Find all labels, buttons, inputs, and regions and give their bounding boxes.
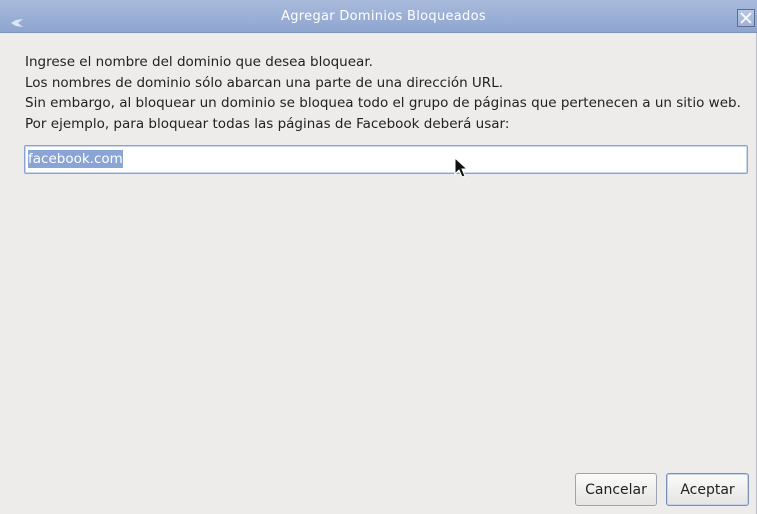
cancel-button[interactable]: Cancelar <box>575 473 657 506</box>
close-icon <box>740 12 752 24</box>
window-title: Agregar Dominios Bloqueados <box>281 9 486 24</box>
domain-input-value: facebook.com <box>28 150 123 168</box>
mouse-pointer-icon <box>454 157 469 178</box>
instructions: Ingrese el nombre del dominio que desea … <box>25 52 750 134</box>
titlebar[interactable]: Agregar Dominios Bloqueados <box>0 0 757 33</box>
ok-button[interactable]: Aceptar <box>666 473 749 506</box>
instruction-line: Los nombres de dominio sólo abarcan una … <box>25 74 504 91</box>
instruction-line: Ingrese el nombre del dominio que desea … <box>25 54 373 70</box>
instruction-line: Sin embargo, al bloquear un dominio se b… <box>25 95 741 111</box>
domain-input[interactable]: facebook.com <box>24 145 748 174</box>
dialog-window: Agregar Dominios Bloqueados Ingrese el n… <box>0 0 757 514</box>
instruction-line: Por ejemplo, para bloquear todas las pág… <box>25 115 510 132</box>
close-button[interactable] <box>737 9 755 27</box>
